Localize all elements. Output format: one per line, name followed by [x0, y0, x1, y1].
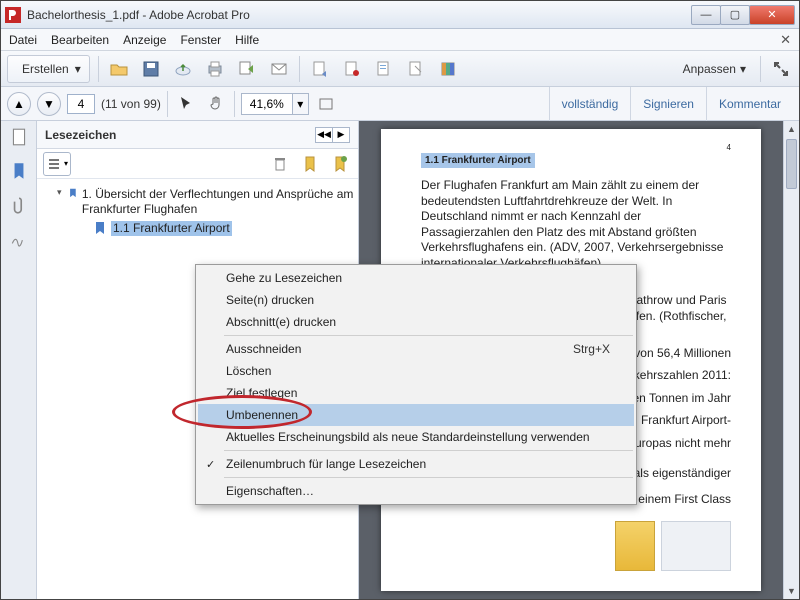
menu-item-properties[interactable]: Eigenschaften…: [198, 480, 634, 502]
left-rail: [1, 121, 37, 599]
minimize-button[interactable]: —: [691, 5, 721, 25]
panel-prev-button[interactable]: ◀◀: [315, 127, 333, 143]
new-bookmark-button[interactable]: [298, 152, 322, 176]
tab-vollstaendig[interactable]: vollständig: [549, 87, 631, 121]
delete-bookmark-button[interactable]: [268, 152, 292, 176]
comment-button[interactable]: [404, 57, 428, 81]
bookmark-options-button[interactable]: ▾: [43, 152, 71, 176]
shortcut-label: Strg+X: [573, 342, 610, 356]
zoom-tool-button[interactable]: [315, 92, 339, 116]
scroll-up-button[interactable]: ▲: [784, 121, 799, 137]
menu-item-wrap-bookmarks[interactable]: ✓Zeilenumbruch für lange Lesezeichen: [198, 453, 634, 475]
tab-signieren[interactable]: Signieren: [630, 87, 706, 121]
multimedia-button[interactable]: [436, 57, 460, 81]
email-button[interactable]: [267, 57, 291, 81]
page-image-placeholder: [661, 521, 731, 571]
bookmark-label: 1. Übersicht der Verflechtungen und Ansp…: [82, 187, 356, 217]
close-button[interactable]: ✕: [749, 5, 795, 25]
hand-tool-button[interactable]: [204, 92, 228, 116]
window-title: Bachelorthesis_1.pdf - Adobe Acrobat Pro: [27, 8, 692, 22]
menu-anzeige[interactable]: Anzeige: [123, 33, 166, 47]
page-heading: 1.1 Frankfurter Airport: [421, 153, 535, 168]
bookmarks-header: Lesezeichen ◀◀ ▶: [37, 121, 358, 149]
customize-button[interactable]: Anpassen ▾: [677, 62, 752, 76]
save-button[interactable]: [139, 57, 163, 81]
menu-datei[interactable]: Datei: [9, 33, 37, 47]
print-button[interactable]: [203, 57, 227, 81]
bookmark-icon: [68, 187, 78, 201]
bookmarks-icon[interactable]: [9, 161, 29, 181]
cloud-button[interactable]: [171, 57, 195, 81]
app-icon: [5, 7, 21, 23]
menu-item-use-appearance[interactable]: Aktuelles Erscheinungsbild als neue Stan…: [198, 426, 634, 448]
thumbnails-icon[interactable]: [9, 127, 29, 147]
page-total: (11 von 99): [101, 97, 161, 111]
menu-item-goto-bookmark[interactable]: Gehe zu Lesezeichen: [198, 267, 634, 289]
select-tool-button[interactable]: [174, 92, 198, 116]
bookmarks-tree: ▾ 1. Übersicht der Verflechtungen und An…: [37, 179, 358, 244]
page-image-placeholder: [615, 521, 655, 571]
new-bookmark-from-structure-button[interactable]: [328, 152, 352, 176]
maximize-button[interactable]: ▢: [720, 5, 750, 25]
right-panel-tabs: vollständig Signieren Kommentar: [549, 87, 793, 121]
menu-item-set-destination[interactable]: Ziel festlegen: [198, 382, 634, 404]
menu-item-rename[interactable]: Umbenennen: [198, 404, 634, 426]
zoom-input[interactable]: [242, 94, 292, 114]
bookmarks-title: Lesezeichen: [45, 128, 316, 142]
bookmark-item[interactable]: 1.1 Frankfurter Airport: [39, 219, 356, 238]
page-text: Der Flughafen Frankfurt am Main zählt zu…: [421, 178, 731, 272]
vertical-scrollbar[interactable]: ▲ ▼: [783, 121, 799, 599]
page-number: 4: [727, 143, 731, 153]
nav-toolbar: ▲ ▼ (11 von 99) ▾ vollständig Signieren …: [1, 87, 799, 121]
signatures-icon[interactable]: [9, 229, 29, 249]
bookmark-icon: [93, 221, 107, 235]
page-controls: (11 von 99): [67, 94, 161, 114]
menu-item-print-pages[interactable]: Seite(n) drucken: [198, 289, 634, 311]
zoom-dropdown[interactable]: ▾: [292, 94, 308, 114]
titlebar: Bachelorthesis_1.pdf - Adobe Acrobat Pro…: [1, 1, 799, 29]
panel-next-button[interactable]: ▶: [332, 127, 350, 143]
menu-item-delete[interactable]: Löschen: [198, 360, 634, 382]
chevron-down-icon: ▾: [740, 62, 746, 76]
menu-fenster[interactable]: Fenster: [180, 33, 221, 47]
context-menu: Gehe zu Lesezeichen Seite(n) drucken Abs…: [195, 264, 637, 505]
customize-label: Anpassen: [683, 62, 736, 76]
edit-pdf-button[interactable]: [372, 57, 396, 81]
scroll-thumb[interactable]: [786, 139, 797, 189]
open-button[interactable]: [107, 57, 131, 81]
share-button[interactable]: [235, 57, 259, 81]
menubar-close-icon[interactable]: ✕: [780, 32, 791, 48]
collapse-icon[interactable]: ▾: [57, 187, 64, 198]
menu-item-print-sections[interactable]: Abschnitt(e) drucken: [198, 311, 634, 333]
fullscreen-button[interactable]: [769, 57, 793, 81]
zoom-control: ▾: [241, 93, 309, 115]
create-label: Erstellen: [22, 62, 69, 76]
chevron-down-icon: ▾: [75, 62, 81, 76]
menu-bearbeiten[interactable]: Bearbeiten: [51, 33, 109, 47]
window-buttons: — ▢ ✕: [692, 5, 795, 25]
menubar: Datei Bearbeiten Anzeige Fenster Hilfe ✕: [1, 29, 799, 51]
menu-hilfe[interactable]: Hilfe: [235, 33, 259, 47]
bookmark-label: 1.1 Frankfurter Airport: [111, 221, 232, 236]
create-button[interactable]: Erstellen ▾: [7, 55, 90, 83]
bookmarks-tools: ▾: [37, 149, 358, 179]
export-pdf-button[interactable]: [308, 57, 332, 81]
scroll-down-button[interactable]: ▼: [784, 583, 799, 599]
create-pdf-button[interactable]: [340, 57, 364, 81]
prev-page-button[interactable]: ▲: [7, 92, 31, 116]
bookmark-item[interactable]: ▾ 1. Übersicht der Verflechtungen und An…: [39, 185, 356, 219]
tab-kommentar[interactable]: Kommentar: [706, 87, 793, 121]
page-input[interactable]: [67, 94, 95, 114]
next-page-button[interactable]: ▼: [37, 92, 61, 116]
menu-item-cut[interactable]: AusschneidenStrg+X: [198, 338, 634, 360]
attachments-icon[interactable]: [9, 195, 29, 215]
check-icon: ✓: [206, 458, 215, 471]
main-toolbar: Erstellen ▾ Anpassen ▾: [1, 51, 799, 87]
